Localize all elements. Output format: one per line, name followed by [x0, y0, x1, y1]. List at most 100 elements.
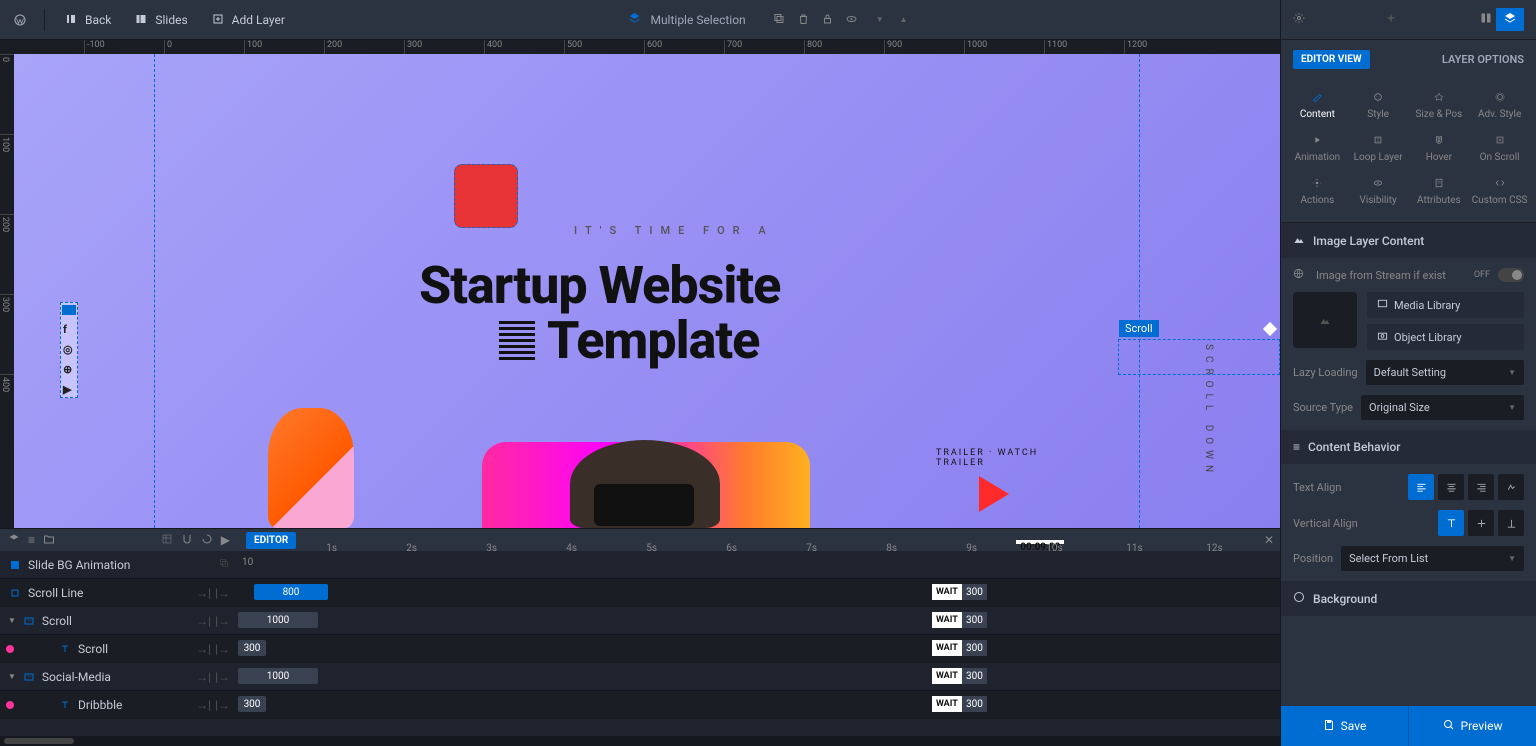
layer-hand-image[interactable]	[268, 408, 354, 528]
panel-tab-layers[interactable]	[1496, 8, 1524, 31]
grid-snap-icon[interactable]	[161, 533, 173, 548]
object-library-button[interactable]: Object Library	[1367, 324, 1524, 350]
chevron-down-icon[interactable]: ▼	[876, 15, 884, 24]
layer-play-trailer[interactable]: TRAILER · WATCH TRAILER	[936, 448, 1044, 518]
media-library-button[interactable]: Media Library	[1367, 292, 1524, 318]
eye-icon[interactable]	[846, 13, 860, 27]
timeline-scrollbar[interactable]	[0, 736, 1280, 746]
chevron-down-icon[interactable]: ▼	[8, 616, 16, 625]
image-thumbnail[interactable]	[1293, 292, 1357, 348]
prop-tab-actions[interactable]: Actions	[1287, 169, 1348, 212]
save-button[interactable]: Save	[1281, 706, 1408, 746]
list-icon[interactable]: ≡	[28, 533, 35, 547]
valign-middle-button[interactable]	[1468, 510, 1494, 536]
timeline-row-bg[interactable]: Slide BG Animation 10	[0, 551, 1280, 579]
section-background[interactable]: Background	[1281, 581, 1536, 616]
anim-bar[interactable]: 800	[254, 584, 328, 600]
tab-layer-options[interactable]: LAYER OPTIONS	[1442, 53, 1524, 66]
prop-tab-attributes[interactable]: Attributes	[1409, 169, 1470, 212]
copy-icon[interactable]	[774, 13, 788, 27]
magnet-icon[interactable]	[181, 533, 193, 548]
timeline-row[interactable]: Dribbble→||→300WAIT300	[0, 691, 1280, 719]
prop-tab-content[interactable]: Content	[1287, 83, 1348, 126]
wait-duration[interactable]: 300	[962, 640, 987, 656]
align-right-button[interactable]	[1468, 474, 1494, 500]
arrow-in-icon[interactable]: →|	[196, 614, 211, 628]
layer-vr-person[interactable]	[570, 440, 720, 528]
layer-tagline[interactable]: IT'S TIME FOR A	[574, 224, 774, 237]
timeline-row[interactable]: Scroll Line→||→800WAIT300	[0, 579, 1280, 607]
align-center-button[interactable]	[1438, 474, 1464, 500]
prop-tab-custom-css[interactable]: Custom CSS	[1469, 169, 1530, 212]
timeline-row[interactable]: ▼Social-Media→||→1000WAIT300	[0, 663, 1280, 691]
arrow-in-icon[interactable]: →|	[196, 670, 211, 684]
timeline-editor-tag[interactable]: EDITOR	[246, 532, 296, 549]
chevron-up-icon[interactable]: ▲	[900, 15, 908, 24]
slides-button[interactable]: Slides	[127, 9, 195, 31]
section-image-layer-content[interactable]: Image Layer Content	[1281, 223, 1536, 258]
lock-icon[interactable]	[822, 13, 836, 27]
arrow-in-icon[interactable]: →|	[196, 642, 211, 656]
wait-duration[interactable]: 300	[962, 696, 987, 712]
trash-icon[interactable]	[798, 13, 812, 27]
add-layer-button[interactable]: Add Layer	[204, 9, 293, 31]
arrow-out-icon[interactable]: |→	[215, 698, 230, 712]
back-button[interactable]: Back	[57, 9, 119, 31]
align-inherit-button[interactable]	[1498, 474, 1524, 500]
chevron-down-icon[interactable]: ▼	[8, 672, 16, 681]
layer-headline[interactable]: Startup Website Template	[419, 259, 780, 368]
layer-heart-bubble[interactable]	[454, 164, 518, 228]
layer-scroll-selected[interactable]: Scroll	[1118, 339, 1280, 375]
valign-bottom-button[interactable]	[1498, 510, 1524, 536]
preview-button[interactable]: Preview	[1408, 706, 1536, 746]
wordpress-logo-icon[interactable]	[8, 8, 32, 32]
wait-marker[interactable]: WAIT	[932, 696, 962, 712]
wait-marker[interactable]: WAIT	[932, 584, 962, 600]
prop-tab-adv-style[interactable]: Adv. Style	[1469, 83, 1530, 126]
timeline-close-button[interactable]: ✕	[1258, 533, 1280, 547]
select-lazy-loading[interactable]: Default Setting▼	[1366, 360, 1524, 385]
anim-bar[interactable]: 300	[238, 696, 266, 712]
wait-duration[interactable]: 300	[962, 584, 987, 600]
prop-tab-on-scroll[interactable]: On Scroll	[1469, 126, 1530, 169]
panel-tab-columns[interactable]	[1476, 8, 1496, 31]
play-small-icon[interactable]: ▶	[221, 533, 230, 547]
refresh-icon[interactable]	[201, 533, 213, 548]
wait-duration[interactable]: 300	[962, 612, 987, 628]
prop-tab-visibility[interactable]: Visibility	[1348, 169, 1409, 212]
anim-bar[interactable]: 1000	[238, 668, 318, 684]
tab-editor-view[interactable]: EDITOR VIEW	[1293, 50, 1370, 69]
layers-small-icon[interactable]	[8, 533, 20, 548]
toggle-stream[interactable]	[1498, 268, 1524, 282]
select-source-type[interactable]: Original Size▼	[1361, 395, 1524, 420]
align-left-button[interactable]	[1408, 474, 1434, 500]
selection-handle[interactable]	[62, 305, 76, 315]
select-position[interactable]: Select From List▼	[1341, 546, 1524, 571]
section-content-behavior[interactable]: ≡ Content Behavior	[1281, 430, 1536, 464]
anim-bar[interactable]: 1000	[238, 612, 318, 628]
arrow-in-icon[interactable]: →|	[196, 698, 211, 712]
duplicate-small-icon[interactable]	[218, 557, 230, 572]
canvas-viewport[interactable]: IT'S TIME FOR A Startup Website Template…	[14, 54, 1280, 528]
timeline-row[interactable]: Scroll→||→300WAIT300	[0, 635, 1280, 663]
valign-top-button[interactable]	[1438, 510, 1464, 536]
arrow-in-icon[interactable]: →|	[196, 586, 211, 600]
wait-duration[interactable]: 300	[962, 668, 987, 684]
timeline-row[interactable]: ▼Scroll→||→1000WAIT300	[0, 607, 1280, 635]
sparkle-icon[interactable]	[1385, 12, 1397, 27]
prop-tab-hover[interactable]: Hover	[1409, 126, 1470, 169]
arrow-out-icon[interactable]: |→	[215, 586, 230, 600]
prop-tab-style[interactable]: Style	[1348, 83, 1409, 126]
arrow-out-icon[interactable]: |→	[215, 642, 230, 656]
arrow-out-icon[interactable]: |→	[215, 670, 230, 684]
anim-bar[interactable]: 300	[238, 640, 266, 656]
prop-tab-size-pos[interactable]: Size & Pos	[1409, 83, 1470, 126]
prop-tab-loop-layer[interactable]: Loop Layer	[1348, 126, 1409, 169]
layer-scroll-text[interactable]: SCROLL DOWN	[1203, 344, 1214, 478]
slide-canvas[interactable]: IT'S TIME FOR A Startup Website Template…	[14, 54, 1280, 528]
wait-marker[interactable]: WAIT	[932, 612, 962, 628]
folder-icon[interactable]	[43, 533, 55, 548]
gear-icon[interactable]	[1293, 12, 1305, 27]
arrow-out-icon[interactable]: |→	[215, 614, 230, 628]
prop-tab-animation[interactable]: Animation	[1287, 126, 1348, 169]
